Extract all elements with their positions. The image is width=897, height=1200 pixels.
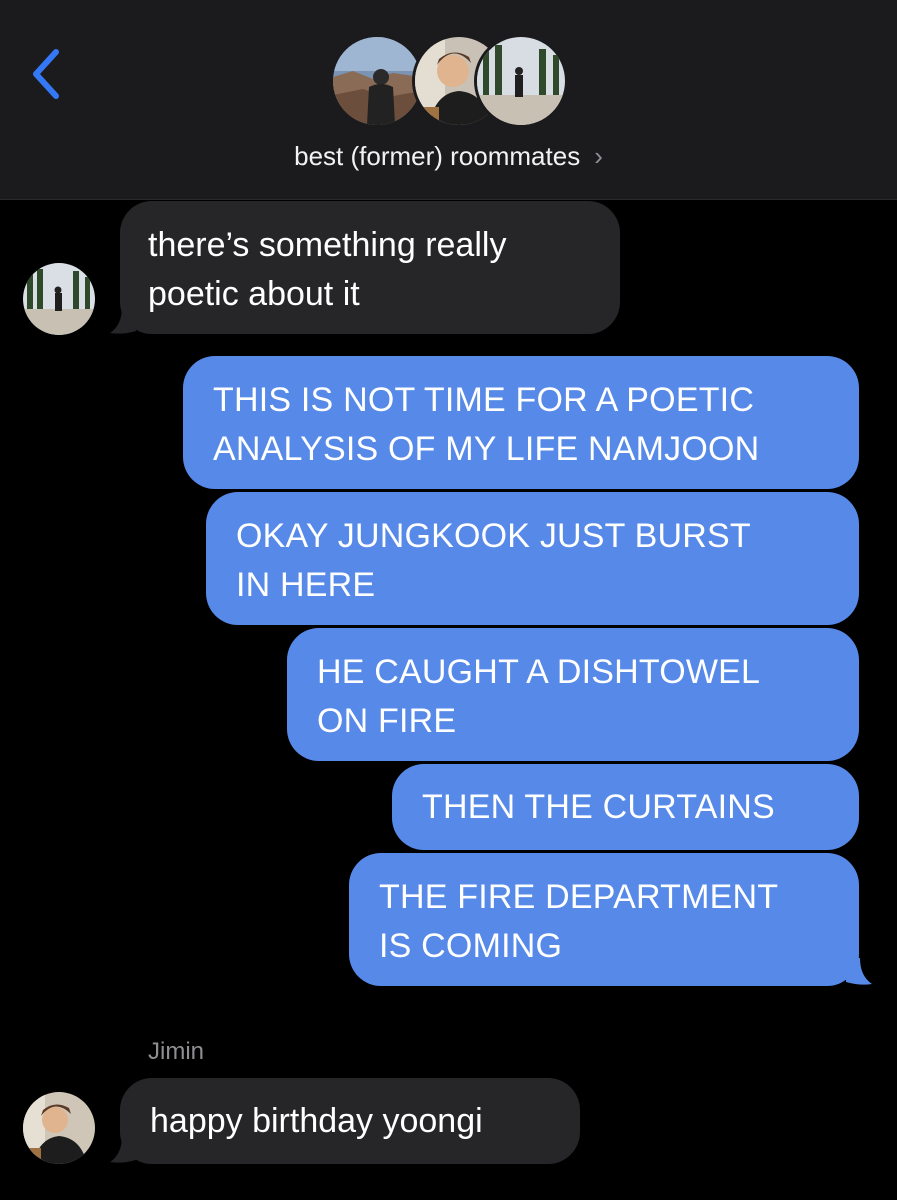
message-bubble-sent[interactable]: OKAY JUNGKOOK JUST BURST IN HERE (206, 492, 859, 625)
message-text: there’s something really (148, 226, 507, 264)
message-text: IN HERE (236, 566, 376, 604)
message-text: ON FIRE (317, 702, 457, 740)
message-text: THIS IS NOT TIME FOR A POETIC (213, 381, 755, 419)
message-bubble-sent[interactable]: THEN THE CURTAINS (392, 764, 859, 850)
message-bubble-sent[interactable]: THE FIRE DEPARTMENT IS COMING (349, 853, 859, 986)
avatar (474, 34, 568, 128)
message-bubble-sent[interactable]: HE CAUGHT A DISHTOWEL ON FIRE (287, 628, 859, 761)
group-name-label: best (former) roommates (294, 141, 581, 171)
message-text: HE CAUGHT A DISHTOWEL (317, 653, 761, 691)
group-name-button[interactable]: best (former) roommates › (0, 141, 897, 172)
message-text: THE FIRE DEPARTMENT (379, 878, 779, 916)
chevron-right-icon: › (594, 141, 603, 171)
message-text: THEN THE CURTAINS (422, 788, 775, 826)
sender-avatar[interactable] (23, 263, 95, 335)
avatar (330, 34, 424, 128)
message-bubble-sent[interactable]: THIS IS NOT TIME FOR A POETIC ANALYSIS O… (183, 356, 859, 489)
sender-avatar[interactable] (23, 1092, 95, 1164)
message-text: OKAY JUNGKOOK JUST BURST (236, 517, 751, 555)
message-text: happy birthday yoongi (150, 1102, 483, 1140)
sender-name: Jimin (148, 1038, 205, 1065)
chevron-left-icon (33, 49, 59, 99)
message-text: ANALYSIS OF MY LIFE NAMJOON (213, 430, 760, 468)
group-avatars[interactable] (330, 34, 570, 130)
back-button[interactable] (24, 44, 72, 104)
message-text: IS COMING (379, 927, 563, 965)
conversation-header: best (former) roommates › (0, 0, 897, 200)
message-bubble-received[interactable]: there’s something really poetic about it (120, 201, 620, 334)
message-text: poetic about it (148, 275, 360, 313)
message-bubble-received[interactable]: happy birthday yoongi (120, 1078, 580, 1164)
